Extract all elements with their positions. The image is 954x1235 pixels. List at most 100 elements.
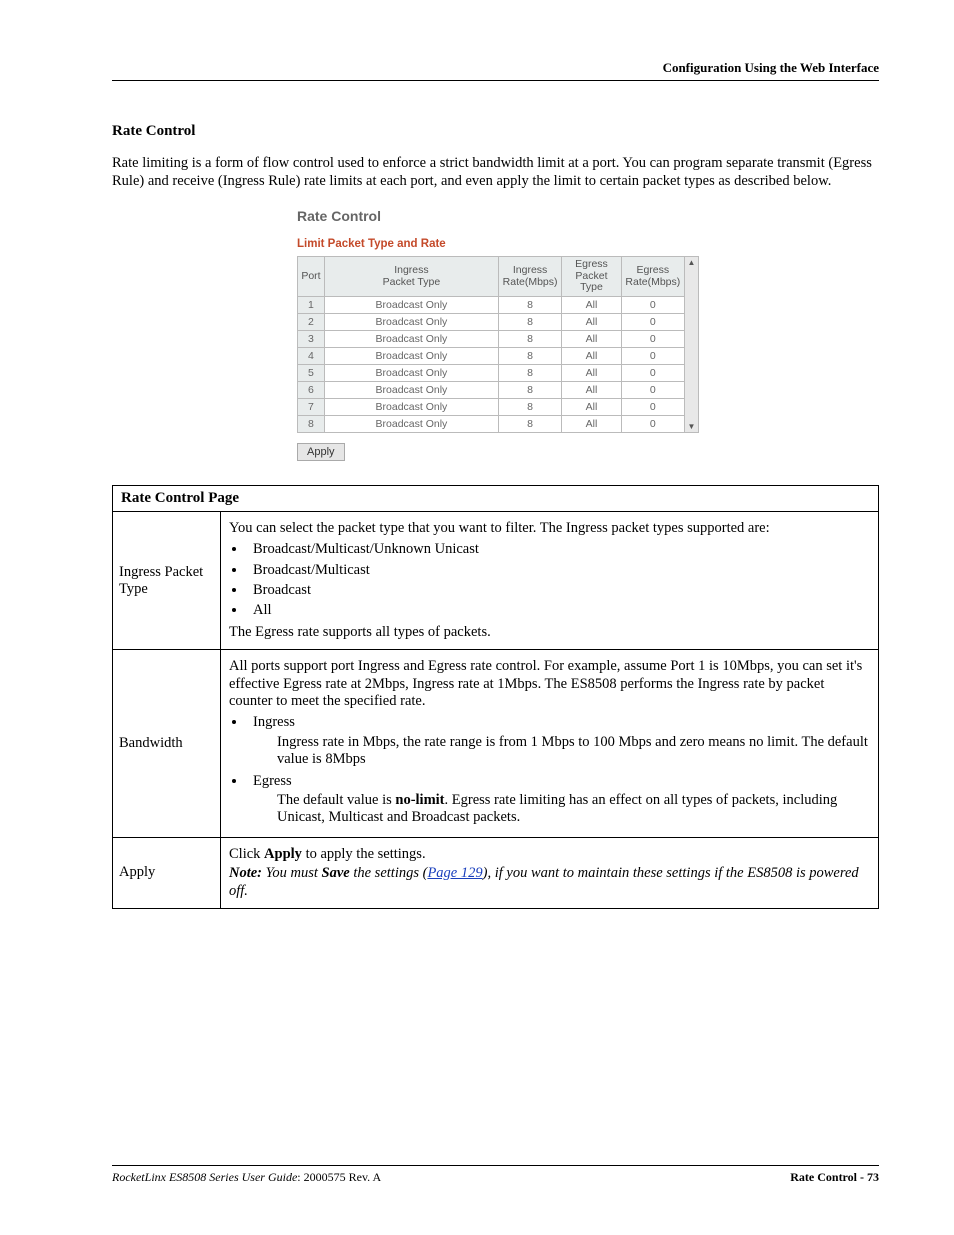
cell-erate[interactable]: 0 bbox=[621, 398, 684, 415]
cell-erate[interactable]: 0 bbox=[621, 313, 684, 330]
footer-right-label: Rate Control - 73 bbox=[790, 1170, 879, 1184]
scrollbar[interactable]: ▲ ▼ bbox=[685, 256, 699, 433]
table-row[interactable]: 3Broadcast Only8All0 bbox=[298, 330, 685, 347]
section-title: Rate Control bbox=[112, 123, 879, 140]
cell-itype[interactable]: Broadcast Only bbox=[324, 398, 498, 415]
col-ingress-type: Ingress Packet Type bbox=[324, 257, 498, 297]
cell-irate[interactable]: 8 bbox=[498, 330, 561, 347]
bw-item2: Egress bbox=[253, 773, 292, 789]
page-footer: RocketLinx ES8508 Series User Guide: 200… bbox=[112, 1165, 879, 1185]
page-link[interactable]: Page 129 bbox=[427, 865, 482, 881]
cell-erate[interactable]: 0 bbox=[621, 381, 684, 398]
bw2-pre: The default value is bbox=[277, 792, 395, 808]
footer-left: RocketLinx ES8508 Series User Guide: 200… bbox=[112, 1170, 381, 1185]
bw2-bold: no-limit bbox=[395, 792, 444, 808]
cell-irate[interactable]: 8 bbox=[498, 364, 561, 381]
cell-etype[interactable]: All bbox=[562, 398, 621, 415]
cell-itype[interactable]: Broadcast Only bbox=[324, 415, 498, 432]
row-label-bandwidth: Bandwidth bbox=[113, 650, 221, 838]
footer-left-rest: : 2000575 Rev. A bbox=[297, 1170, 381, 1184]
row-label-ingress: Ingress Packet Type bbox=[113, 511, 221, 649]
cell-erate[interactable]: 0 bbox=[621, 415, 684, 432]
table-row[interactable]: 5Broadcast Only8All0 bbox=[298, 364, 685, 381]
table-row[interactable]: 2Broadcast Only8All0 bbox=[298, 313, 685, 330]
apply-button[interactable]: Apply bbox=[297, 443, 345, 461]
bw-item1: Ingress bbox=[253, 714, 295, 730]
cell-etype[interactable]: All bbox=[562, 330, 621, 347]
cell-erate[interactable]: 0 bbox=[621, 296, 684, 313]
cell-port: 5 bbox=[298, 364, 325, 381]
cell-port: 2 bbox=[298, 313, 325, 330]
bw-item2-sub: The default value is no-limit. Egress ra… bbox=[277, 792, 870, 827]
list-item: All bbox=[247, 602, 870, 619]
cell-itype[interactable]: Broadcast Only bbox=[324, 347, 498, 364]
apply-l1-pre: Click bbox=[229, 846, 264, 862]
cell-irate[interactable]: 8 bbox=[498, 313, 561, 330]
col-egress-rate: Egress Rate(Mbps) bbox=[621, 257, 684, 297]
list-item: Broadcast/Multicast/Unknown Unicast bbox=[247, 541, 870, 558]
cell-etype[interactable]: All bbox=[562, 313, 621, 330]
cell-irate[interactable]: 8 bbox=[498, 381, 561, 398]
row-content-ingress: You can select the packet type that you … bbox=[221, 511, 879, 649]
cell-port: 3 bbox=[298, 330, 325, 347]
table-row[interactable]: 6Broadcast Only8All0 bbox=[298, 381, 685, 398]
list-item: Broadcast/Multicast bbox=[247, 562, 870, 579]
ingress-intro: You can select the packet type that you … bbox=[229, 520, 870, 537]
ui-heading: Rate Control bbox=[297, 208, 702, 224]
apply-line1: Click Apply to apply the settings. bbox=[229, 846, 870, 863]
rate-control-table: Port Ingress Packet Type Ingress Rate(Mb… bbox=[297, 256, 685, 433]
cell-irate[interactable]: 8 bbox=[498, 415, 561, 432]
cell-etype[interactable]: All bbox=[562, 364, 621, 381]
note-bold: Save bbox=[322, 865, 350, 881]
cell-itype[interactable]: Broadcast Only bbox=[324, 381, 498, 398]
cell-erate[interactable]: 0 bbox=[621, 347, 684, 364]
cell-erate[interactable]: 0 bbox=[621, 330, 684, 347]
cell-etype[interactable]: All bbox=[562, 415, 621, 432]
header-rule: Configuration Using the Web Interface bbox=[112, 60, 879, 81]
ingress-list: Broadcast/Multicast/Unknown Unicast Broa… bbox=[247, 541, 870, 620]
table-row[interactable]: 8Broadcast Only8All0 bbox=[298, 415, 685, 432]
note-pre: You must bbox=[262, 865, 322, 881]
apply-l1-bold: Apply bbox=[264, 846, 302, 862]
col-ingress-rate: Ingress Rate(Mbps) bbox=[498, 257, 561, 297]
cell-etype[interactable]: All bbox=[562, 381, 621, 398]
cell-port: 4 bbox=[298, 347, 325, 364]
col-port: Port bbox=[298, 257, 325, 297]
row-content-bandwidth: All ports support port Ingress and Egres… bbox=[221, 650, 879, 838]
scroll-down-icon[interactable]: ▼ bbox=[688, 422, 696, 431]
note-label: Note: bbox=[229, 865, 262, 881]
scroll-up-icon[interactable]: ▲ bbox=[688, 258, 696, 267]
cell-irate[interactable]: 8 bbox=[498, 296, 561, 313]
list-item: Egress The default value is no-limit. Eg… bbox=[247, 773, 870, 827]
cell-port: 7 bbox=[298, 398, 325, 415]
cell-itype[interactable]: Broadcast Only bbox=[324, 330, 498, 347]
cell-itype[interactable]: Broadcast Only bbox=[324, 313, 498, 330]
cell-etype[interactable]: All bbox=[562, 296, 621, 313]
bandwidth-list: Ingress Ingress rate in Mbps, the rate r… bbox=[247, 714, 870, 826]
cell-port: 6 bbox=[298, 381, 325, 398]
table-row[interactable]: 1Broadcast Only8All0 bbox=[298, 296, 685, 313]
table-row[interactable]: 7Broadcast Only8All0 bbox=[298, 398, 685, 415]
cell-itype[interactable]: Broadcast Only bbox=[324, 364, 498, 381]
desc-table-title: Rate Control Page bbox=[113, 485, 879, 511]
note-mid: the settings ( bbox=[350, 865, 428, 881]
cell-port: 8 bbox=[298, 415, 325, 432]
ui-subheading: Limit Packet Type and Rate bbox=[297, 238, 702, 250]
rate-control-ui: Rate Control Limit Packet Type and Rate … bbox=[297, 208, 702, 461]
cell-irate[interactable]: 8 bbox=[498, 347, 561, 364]
cell-irate[interactable]: 8 bbox=[498, 398, 561, 415]
footer-right: Rate Control - 73 bbox=[790, 1170, 879, 1185]
col-egress-type: Egress Packet Type bbox=[562, 257, 621, 297]
cell-itype[interactable]: Broadcast Only bbox=[324, 296, 498, 313]
footer-left-italic: RocketLinx ES8508 Series User Guide bbox=[112, 1170, 297, 1184]
bw-item1-sub: Ingress rate in Mbps, the rate range is … bbox=[277, 734, 870, 769]
table-row[interactable]: 4Broadcast Only8All0 bbox=[298, 347, 685, 364]
cell-etype[interactable]: All bbox=[562, 347, 621, 364]
description-table: Rate Control Page Ingress Packet Type Yo… bbox=[112, 485, 879, 909]
ui-table-wrap: Port Ingress Packet Type Ingress Rate(Mb… bbox=[297, 256, 702, 433]
list-item: Ingress Ingress rate in Mbps, the rate r… bbox=[247, 714, 870, 768]
apply-l1-post: to apply the settings. bbox=[302, 846, 426, 862]
cell-erate[interactable]: 0 bbox=[621, 364, 684, 381]
apply-note: Note: You must Save the settings (Page 1… bbox=[229, 865, 870, 900]
bandwidth-intro: All ports support port Ingress and Egres… bbox=[229, 658, 870, 710]
